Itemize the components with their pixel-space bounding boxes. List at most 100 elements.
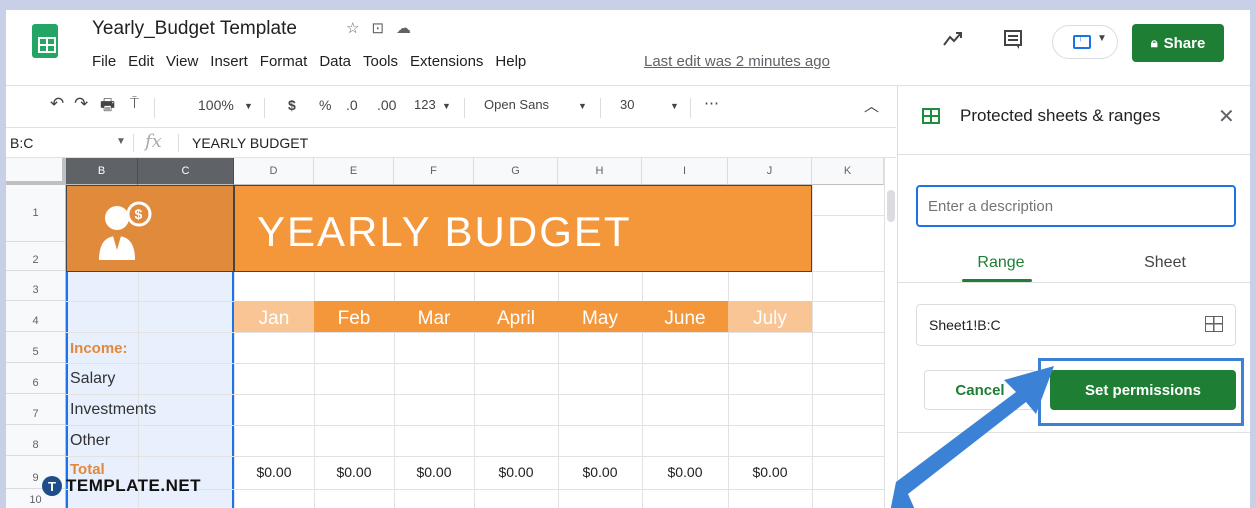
cloud-status-icon[interactable]: ☁: [396, 20, 423, 37]
salary-label[interactable]: Salary: [70, 370, 115, 388]
description-input[interactable]: [916, 185, 1236, 227]
total-value[interactable]: $0.00: [476, 464, 556, 480]
total-value[interactable]: $0.00: [730, 464, 810, 480]
menu-tools[interactable]: Tools: [363, 53, 404, 70]
gridline: [66, 332, 884, 333]
column-header-d[interactable]: D: [234, 158, 314, 185]
month-cell[interactable]: Mar: [394, 301, 474, 332]
undo-icon[interactable]: ↶: [50, 94, 64, 114]
total-value[interactable]: $0.00: [394, 464, 474, 480]
paint-format-icon[interactable]: ⍑: [130, 95, 139, 112]
column-header-k[interactable]: K: [812, 158, 884, 185]
month-cell[interactable]: May: [558, 301, 642, 332]
row-header-4[interactable]: 4: [6, 301, 66, 332]
chevron-down-icon[interactable]: ▼: [442, 101, 451, 111]
month-cell[interactable]: June: [642, 301, 728, 332]
share-button[interactable]: 🔒︎ Share: [1132, 24, 1224, 62]
row-header-2[interactable]: 2: [6, 242, 66, 271]
comments-icon[interactable]: [1002, 28, 1024, 56]
column-header-b[interactable]: B: [66, 158, 138, 185]
chevron-down-icon[interactable]: ▼: [578, 101, 587, 111]
gridline: [66, 363, 884, 364]
column-header-f[interactable]: F: [394, 158, 474, 185]
star-icon[interactable]: ☆: [346, 20, 371, 37]
toolbar-divider: [600, 98, 601, 118]
month-cell[interactable]: July: [728, 301, 812, 332]
month-cell[interactable]: April: [474, 301, 558, 332]
budget-logo-cell[interactable]: $: [66, 185, 234, 272]
present-button[interactable]: ▼: [1052, 25, 1118, 59]
redo-icon[interactable]: ↷: [74, 94, 88, 114]
column-header-j[interactable]: J: [728, 158, 812, 185]
decrease-decimal-button[interactable]: .0: [346, 97, 358, 113]
chevron-down-icon[interactable]: ▼: [670, 101, 679, 111]
other-label[interactable]: Other: [70, 432, 110, 450]
formula-input[interactable]: YEARLY BUDGET: [192, 135, 308, 151]
menu-extensions[interactable]: Extensions: [410, 53, 489, 70]
column-header-g[interactable]: G: [474, 158, 558, 185]
toolbar-divider: [464, 98, 465, 118]
collapse-toolbar-icon[interactable]: ︿: [864, 95, 879, 116]
percent-format-button[interactable]: %: [319, 97, 331, 113]
title-actions: ☆⊡☁: [346, 19, 423, 37]
total-value[interactable]: $0.00: [645, 464, 725, 480]
zoom-select[interactable]: 100%: [198, 97, 234, 113]
increase-decimal-button[interactable]: .00: [377, 97, 396, 113]
sheets-logo-icon[interactable]: [32, 24, 58, 58]
menu-bar: File Edit View Insert Format Data Tools …: [92, 53, 538, 70]
more-formats-button[interactable]: 123: [414, 97, 436, 112]
move-folder-icon[interactable]: ⊡: [371, 20, 396, 37]
font-size-select[interactable]: 30: [620, 97, 634, 112]
select-range-grid-icon[interactable]: [1205, 316, 1223, 332]
column-header-c[interactable]: C: [138, 158, 234, 185]
panel-divider: [898, 282, 1250, 283]
chevron-down-icon: ▼: [1097, 33, 1107, 44]
row-header-3[interactable]: 3: [6, 271, 66, 301]
menu-data[interactable]: Data: [319, 53, 357, 70]
total-value[interactable]: $0.00: [234, 464, 314, 480]
menu-edit[interactable]: Edit: [128, 53, 160, 70]
menu-help[interactable]: Help: [495, 53, 532, 70]
yearly-budget-banner[interactable]: YEARLY BUDGET: [234, 185, 812, 272]
present-icon: [1073, 32, 1091, 49]
svg-text:$: $: [135, 206, 143, 222]
total-value[interactable]: $0.00: [314, 464, 394, 480]
gridline: [66, 425, 884, 426]
font-select[interactable]: Open Sans: [484, 97, 549, 112]
chevron-down-icon[interactable]: ▼: [116, 136, 126, 147]
menu-file[interactable]: File: [92, 53, 122, 70]
document-title[interactable]: Yearly_Budget Template: [92, 18, 297, 40]
total-value[interactable]: $0.00: [560, 464, 640, 480]
row-header-7[interactable]: 7: [6, 394, 66, 425]
row-header-8[interactable]: 8: [6, 425, 66, 456]
close-icon[interactable]: ✕: [1218, 104, 1235, 129]
menu-view[interactable]: View: [166, 53, 204, 70]
menu-insert[interactable]: Insert: [210, 53, 254, 70]
month-cell[interactable]: Feb: [314, 301, 394, 332]
row-header-1[interactable]: 1: [6, 185, 66, 242]
column-header-i[interactable]: I: [642, 158, 728, 185]
column-header-h[interactable]: H: [558, 158, 642, 185]
row-header-5[interactable]: 5: [6, 332, 66, 363]
menu-format[interactable]: Format: [260, 53, 314, 70]
column-header-e[interactable]: E: [314, 158, 394, 185]
range-input[interactable]: Sheet1!B:C: [916, 304, 1236, 346]
month-cell[interactable]: Jan: [234, 301, 314, 332]
row-header-6[interactable]: 6: [6, 363, 66, 394]
last-edit-link[interactable]: Last edit was 2 minutes ago: [644, 53, 830, 70]
select-all-corner[interactable]: [6, 158, 66, 185]
income-label[interactable]: Income:: [70, 340, 128, 357]
name-box[interactable]: B:C: [10, 135, 33, 151]
tab-range[interactable]: Range: [956, 254, 1046, 272]
investments-label[interactable]: Investments: [70, 401, 156, 419]
app-window: Yearly_Budget Template ☆⊡☁ File Edit Vie…: [6, 10, 1250, 508]
more-options-icon[interactable]: ⋯: [704, 94, 719, 112]
activity-trend-icon[interactable]: [942, 28, 964, 56]
tab-sheet[interactable]: Sheet: [1120, 254, 1210, 272]
chevron-down-icon[interactable]: ▼: [244, 101, 253, 111]
print-icon[interactable]: 🖶︎: [100, 94, 115, 121]
toolbar-divider: [264, 98, 265, 118]
currency-format-button[interactable]: $: [288, 97, 296, 113]
watermark-text: TEMPLATE.NET: [66, 476, 202, 495]
scrollbar-thumb[interactable]: [887, 190, 895, 222]
